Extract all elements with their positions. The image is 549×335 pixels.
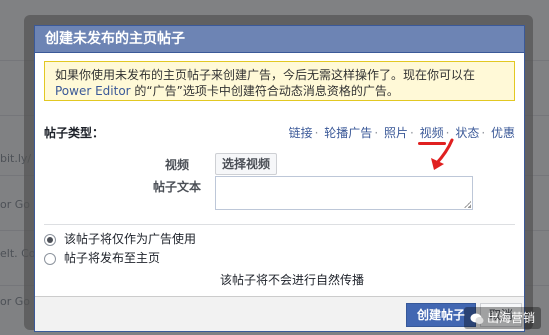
chat-bubble-icon — [470, 313, 484, 324]
notice-text: 的“广告”选项卡中创建符合动态消息资格的广告。 — [130, 84, 399, 98]
watermark: 出海营销 — [463, 307, 541, 329]
post-type-offer[interactable]: 优惠 — [491, 126, 515, 140]
radio-publish-row[interactable]: 帖子将发布至主页 — [44, 250, 160, 266]
dialog-footer: 创建帖子 取消 — [35, 296, 524, 331]
post-type-label: 帖子类型： — [44, 126, 105, 140]
radio-ad-only[interactable] — [44, 233, 56, 246]
post-type-status[interactable]: 状态 — [455, 126, 479, 140]
notice-box: 如果你使用未发布的主页帖子来创建广告，今后无需这样操作了。现在你可以在 Powe… — [44, 61, 515, 101]
radio-publish[interactable] — [44, 252, 56, 265]
resize-grip-icon[interactable] — [464, 201, 471, 208]
post-type-row: 帖子类型： 链接 · 轮播广告 · 照片 · 视频 · 状态 · 优惠 — [44, 124, 515, 145]
power-editor-link[interactable]: Power Editor — [55, 84, 131, 98]
notice-text: 如果你使用未发布的主页帖子来创建广告，今后无需这样操作了。现在你可以在 — [55, 68, 476, 82]
dialog-title: 创建未发布的主页帖子 — [35, 26, 524, 53]
radio-ad-only-label: 该帖子将仅作为广告使用 — [64, 232, 197, 246]
post-type-tabs: 链接 · 轮播广告 · 照片 · 视频 · 状态 · 优惠 — [289, 124, 515, 145]
dialog-body: 创建未发布的主页帖子 如果你使用未发布的主页帖子来创建广告，今后无需这样操作了。… — [34, 25, 525, 332]
divider — [44, 224, 515, 225]
annotation-underline — [417, 142, 446, 145]
post-type-video[interactable]: 视频 — [417, 126, 446, 145]
post-type-link[interactable]: 链接 — [289, 126, 313, 140]
post-type-carousel[interactable]: 轮播广告 — [324, 126, 372, 140]
post-type-photo[interactable]: 照片 — [384, 126, 408, 140]
radio-publish-label: 帖子将发布至主页 — [64, 251, 161, 265]
video-label: 视频 — [165, 158, 190, 172]
post-text-input[interactable] — [215, 176, 473, 210]
create-post-dialog: 创建未发布的主页帖子 如果你使用未发布的主页帖子来创建广告，今后无需这样操作了。… — [24, 15, 533, 332]
post-text-label: 帖子文本 — [153, 180, 202, 194]
select-video-button[interactable]: 选择视频 — [215, 153, 278, 175]
watermark-text: 出海营销 — [486, 311, 535, 325]
radio-ad-only-row[interactable]: 该帖子将仅作为广告使用 — [44, 231, 196, 247]
organic-note: 该帖子将不会进行自然传播 — [220, 273, 365, 287]
